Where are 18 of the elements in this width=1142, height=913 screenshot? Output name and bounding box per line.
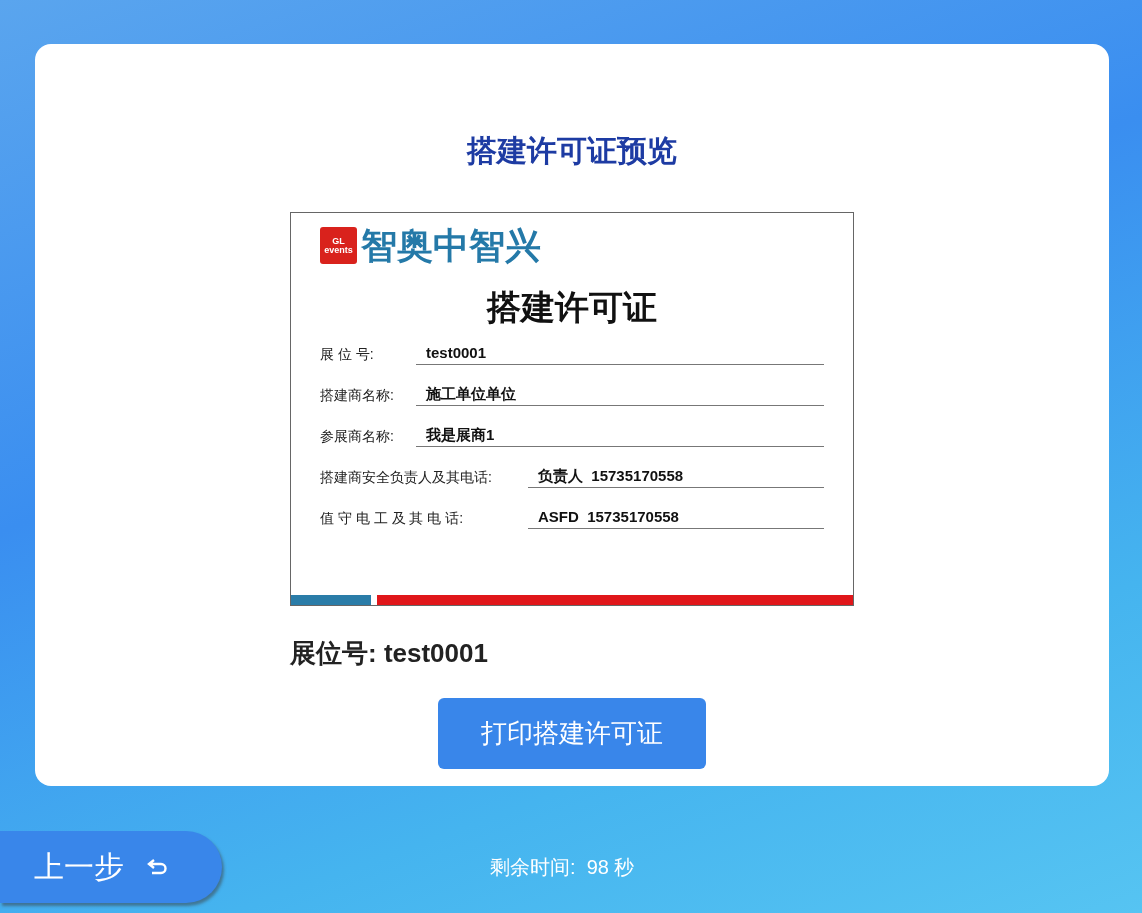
field-label: 搭建商安全负责人及其电话:: [320, 468, 493, 487]
back-button[interactable]: 上一步: [0, 831, 222, 903]
field-label: 搭建商名称:: [320, 386, 395, 405]
page-title: 搭建许可证预览: [467, 136, 677, 166]
field-value: 我是展商1: [416, 424, 824, 447]
field-value: 负责人 15735170558: [528, 465, 824, 488]
countdown-text: 剩余时间: 98 秒: [490, 854, 635, 880]
field-label: 参展商名称:: [320, 427, 395, 446]
field-label: 展 位 号:: [320, 345, 375, 364]
field-value: test0001: [416, 342, 824, 365]
permit-title: 搭建许可证: [487, 290, 657, 324]
print-button[interactable]: 打印搭建许可证: [438, 698, 706, 769]
logo-badge: GL events: [320, 227, 357, 264]
booth-number: 展位号: test0001: [290, 640, 488, 666]
field-label: 值 守 电 工 及 其 电 话:: [320, 509, 465, 528]
logo-text: 智奥中智兴: [361, 227, 541, 264]
field-value: ASFD 15735170558: [528, 506, 824, 529]
field-value: 施工单位单位: [416, 383, 824, 406]
